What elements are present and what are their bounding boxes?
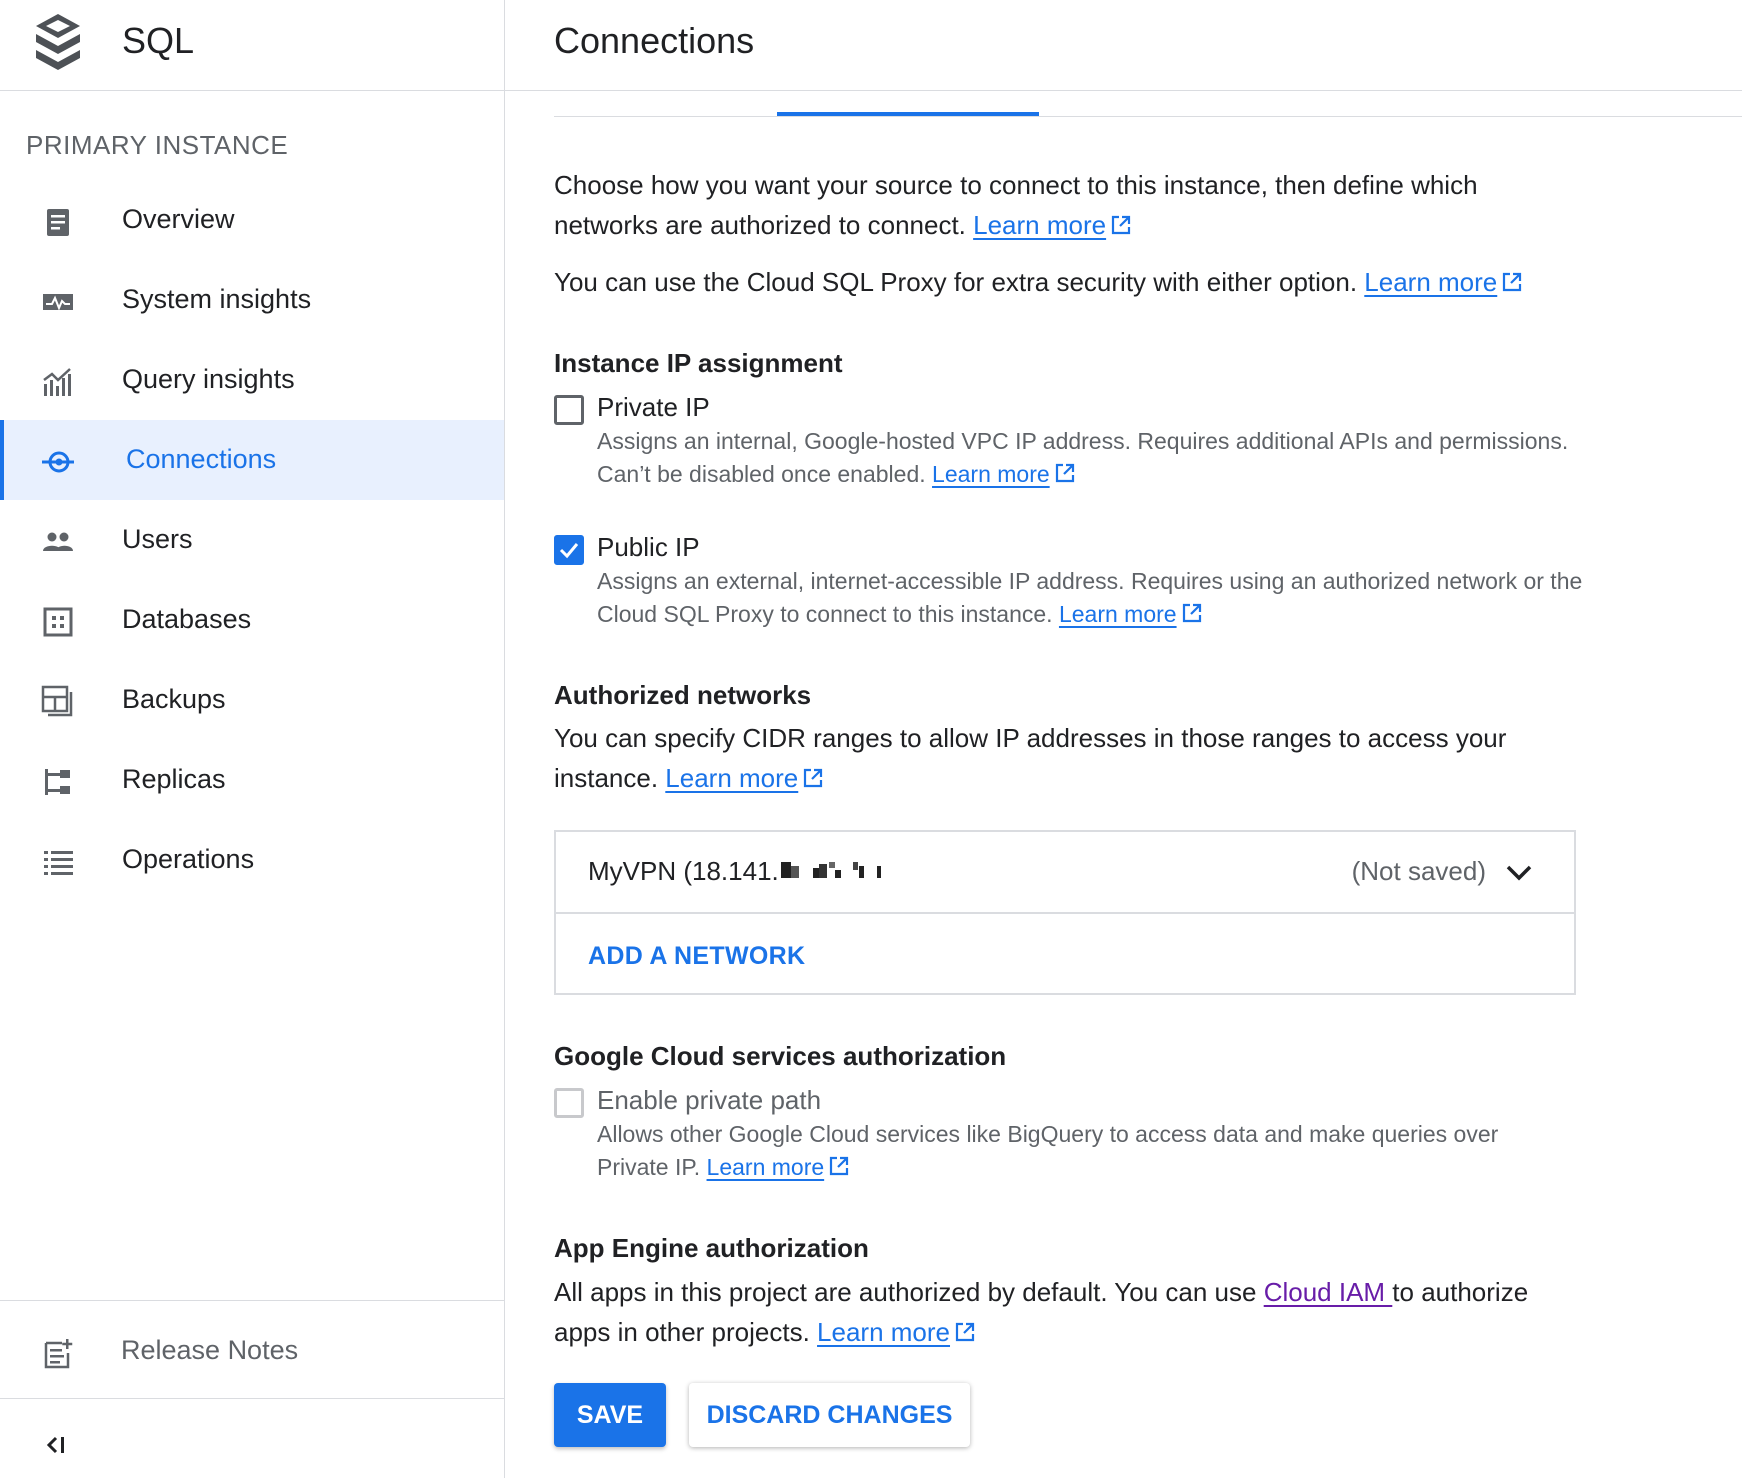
sql-stack-logo xyxy=(36,14,80,70)
external-link-icon xyxy=(1503,272,1522,292)
app-title: SQL xyxy=(122,20,195,61)
sidebar-header: SQL xyxy=(0,0,505,91)
release-notes-icon xyxy=(44,1339,73,1369)
private-path-option: Enable private path Allows other Google … xyxy=(554,1085,1704,1188)
network-name: MyVPN (18.141. xyxy=(588,856,889,887)
overview-icon xyxy=(47,209,69,236)
external-link-icon xyxy=(830,1156,849,1176)
private-path-checkbox[interactable] xyxy=(554,1088,584,1118)
sidebar-item-query-insights[interactable]: Query insights xyxy=(0,340,504,420)
sidebar-item-label: Connections xyxy=(126,444,277,474)
discard-changes-button[interactable]: DISCARD CHANGES xyxy=(689,1383,970,1447)
replica-tree-icon xyxy=(45,769,70,795)
divider xyxy=(0,1398,504,1399)
public-ip-option: Public IP Assigns an external, internet-… xyxy=(554,532,1704,635)
sidebar-item-label: Replicas xyxy=(122,764,226,794)
networks-description: You can specify CIDR ranges to allow IP … xyxy=(554,723,1507,793)
sidebar-item-label: System insights xyxy=(122,284,312,314)
private-ip-label: Private IP xyxy=(597,392,710,422)
sidebar-item-label: Overview xyxy=(122,204,235,234)
learn-more-link[interactable]: Learn more xyxy=(1059,601,1177,627)
learn-more-link[interactable]: Learn more xyxy=(932,461,1050,487)
sidebar-item-label: Users xyxy=(122,524,193,554)
release-notes-label: Release Notes xyxy=(121,1335,299,1365)
public-ip-label: Public IP xyxy=(597,532,700,562)
page-title: Connections xyxy=(554,20,755,61)
sidebar-item-label: Query insights xyxy=(122,364,295,394)
learn-more-link[interactable]: Learn more xyxy=(973,210,1106,240)
learn-more-link[interactable]: Learn more xyxy=(707,1154,825,1180)
checkmark-icon xyxy=(559,543,579,559)
sidebar-item-label: Operations xyxy=(122,844,255,874)
section-label: PRIMARY INSTANCE xyxy=(26,130,289,160)
cloud-iam-link[interactable]: Cloud IAM xyxy=(1264,1277,1393,1307)
section-heading-gcs: Google Cloud services authorization xyxy=(554,1041,1007,1071)
sidebar-item-backups[interactable]: Backups xyxy=(0,660,504,740)
intro-paragraph: Choose how you want your source to conne… xyxy=(554,170,1478,240)
sidebar-item-overview[interactable]: Overview xyxy=(0,180,504,260)
sidebar-item-connections[interactable]: Connections xyxy=(0,420,504,500)
learn-more-link[interactable]: Learn more xyxy=(665,763,798,793)
section-heading-ip: Instance IP assignment xyxy=(554,348,843,378)
sidebar-item-operations[interactable]: Operations xyxy=(0,820,504,900)
collapse-sidebar-icon[interactable] xyxy=(42,1430,72,1460)
people-icon xyxy=(43,532,73,551)
sidebar: SQL PRIMARY INSTANCE Overview System ins… xyxy=(0,0,505,1478)
external-link-icon xyxy=(1055,463,1074,483)
connection-icon xyxy=(42,451,74,473)
sidebar-item-label: Backups xyxy=(122,684,226,714)
sidebar-item-databases[interactable]: Databases xyxy=(0,580,504,660)
external-link-icon xyxy=(1182,603,1201,623)
add-network-button[interactable]: ADD A NETWORK xyxy=(588,942,805,971)
private-ip-description: Assigns an internal, Google-hosted VPC I… xyxy=(597,428,1569,487)
save-button[interactable]: SAVE xyxy=(554,1383,666,1447)
chevron-down-icon[interactable] xyxy=(1504,858,1534,888)
public-ip-description: Assigns an external, internet-accessible… xyxy=(597,568,1583,627)
backup-icon xyxy=(41,685,73,717)
list-icon xyxy=(44,851,73,875)
redacted-ip xyxy=(780,862,881,878)
page-header: Connections xyxy=(505,0,1742,91)
main-panel: Connections Choose how you want your sou… xyxy=(505,0,1742,1478)
sidebar-item-label: Databases xyxy=(122,604,252,634)
network-row[interactable]: MyVPN (18.141. (Not saved) xyxy=(556,832,1574,914)
network-status: (Not saved) xyxy=(1351,856,1486,886)
monitor-icon xyxy=(43,294,73,311)
divider xyxy=(0,1300,504,1301)
analytics-icon xyxy=(43,368,71,396)
section-heading-networks: Authorized networks xyxy=(554,680,812,710)
learn-more-link[interactable]: Learn more xyxy=(817,1317,950,1347)
private-ip-checkbox[interactable] xyxy=(554,395,584,425)
release-notes-link[interactable]: Release Notes xyxy=(0,1311,504,1391)
external-link-icon xyxy=(1111,215,1131,235)
external-link-icon xyxy=(955,1322,975,1342)
public-ip-checkbox[interactable] xyxy=(554,535,584,565)
sidebar-item-system-insights[interactable]: System insights xyxy=(0,260,504,340)
database-grid-icon xyxy=(43,607,73,637)
active-tab-indicator xyxy=(777,112,1039,116)
sidebar-item-users[interactable]: Users xyxy=(0,500,504,580)
authorized-networks-list: MyVPN (18.141. (Not saved) ADD A NETWORK xyxy=(554,830,1576,995)
sidebar-item-replicas[interactable]: Replicas xyxy=(0,740,504,820)
external-link-icon xyxy=(804,768,823,788)
learn-more-link[interactable]: Learn more xyxy=(1364,267,1497,297)
private-path-label: Enable private path xyxy=(597,1085,822,1115)
app-engine-description: All apps in this project are authorized … xyxy=(554,1277,1529,1347)
tab-bar xyxy=(554,116,1742,117)
section-heading-app-engine: App Engine authorization xyxy=(554,1233,869,1263)
proxy-paragraph: You can use the Cloud SQL Proxy for extr… xyxy=(554,262,1704,302)
private-ip-option: Private IP Assigns an internal, Google-h… xyxy=(554,392,1704,495)
private-path-description: Allows other Google Cloud services like … xyxy=(597,1121,1499,1180)
